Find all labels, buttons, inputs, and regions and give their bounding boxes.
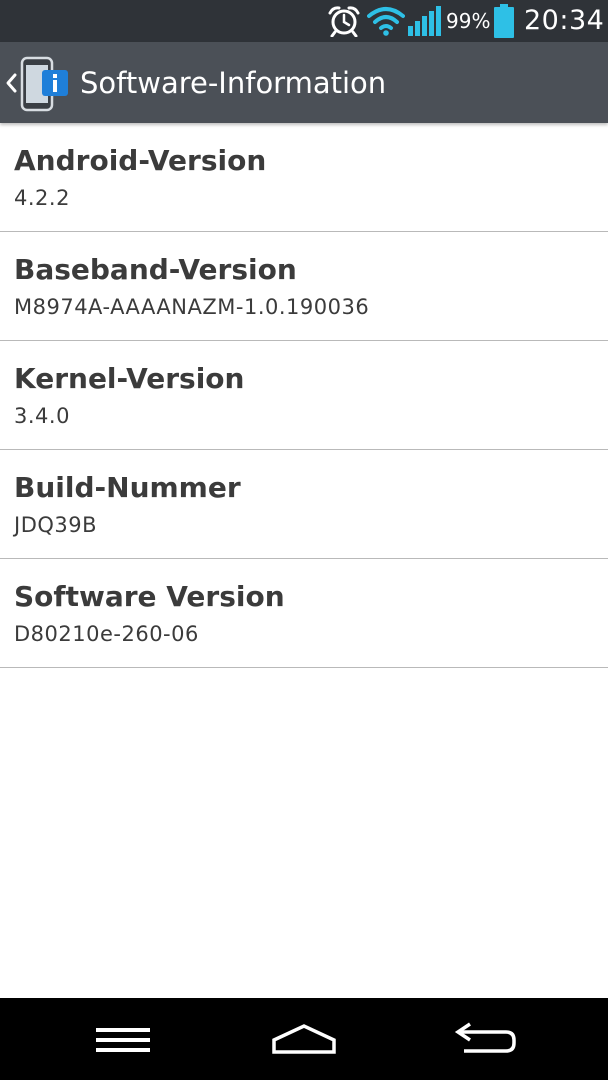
list-item-kernel-version[interactable]: Kernel-Version 3.4.0: [0, 341, 608, 450]
battery-icon: [494, 4, 514, 38]
home-icon[interactable]: [268, 1018, 340, 1060]
clock: 20:34: [524, 5, 605, 36]
list-item-android-version[interactable]: Android-Version 4.2.2: [0, 123, 608, 232]
item-label: Android-Version: [14, 144, 267, 177]
phone-info-icon[interactable]: [20, 56, 72, 112]
item-label: Build-Nummer: [14, 471, 241, 504]
menu-icon[interactable]: [90, 1020, 156, 1060]
item-label: Baseband-Version: [14, 253, 297, 286]
item-value: D80210e-260-06: [14, 622, 199, 646]
screen: 99% 20:34 Software-Information Android-V…: [0, 0, 608, 1080]
item-value: 3.4.0: [14, 404, 70, 428]
signal-icon: [408, 6, 441, 36]
navigation-bar: [0, 998, 608, 1080]
software-info-list: Android-Version 4.2.2 Baseband-Version M…: [0, 123, 608, 668]
status-bar: 99% 20:34: [0, 0, 608, 42]
page-title: Software-Information: [80, 66, 387, 100]
wifi-icon: [367, 7, 405, 36]
item-value: JDQ39B: [14, 513, 98, 537]
list-item-software-version[interactable]: Software Version D80210e-260-06: [0, 559, 608, 668]
item-value: 4.2.2: [14, 186, 70, 210]
list-item-baseband-version[interactable]: Baseband-Version M8974A-AAAANAZM-1.0.190…: [0, 232, 608, 341]
list-item-build-number[interactable]: Build-Nummer JDQ39B: [0, 450, 608, 559]
item-label: Kernel-Version: [14, 362, 245, 395]
back-icon[interactable]: [450, 1018, 522, 1060]
item-label: Software Version: [14, 580, 285, 613]
item-value: M8974A-AAAANAZM-1.0.190036: [14, 295, 370, 319]
alarm-icon: [328, 6, 360, 37]
back-chevron-icon[interactable]: [4, 72, 18, 94]
action-bar: Software-Information: [0, 42, 608, 123]
battery-percent: 99%: [446, 9, 491, 33]
